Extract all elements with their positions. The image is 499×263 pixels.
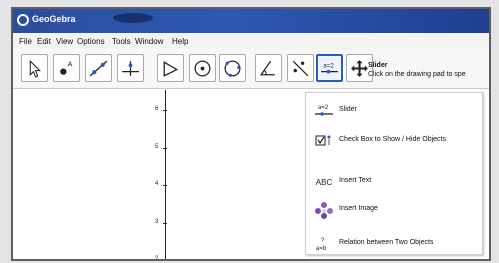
reflect-about-line-icon <box>292 60 309 76</box>
menu-item-label: Relation between Two Objects <box>339 239 434 246</box>
angle-tool[interactable] <box>255 54 282 82</box>
point-tool[interactable]: A <box>53 54 80 82</box>
menu-item-insert-image[interactable]: Insert Image <box>306 198 482 222</box>
menu-help[interactable]: Help <box>172 37 188 46</box>
y-tick <box>163 223 167 224</box>
menu-bar: File Edit View Options Tools Window Help <box>13 33 489 49</box>
text-abc-icon: ABC <box>315 177 333 187</box>
slider-tool[interactable]: a=2 <box>316 54 343 82</box>
menu-item-slider[interactable]: a=2 Slider <box>306 99 482 123</box>
relation-icon: ? a=b <box>313 234 335 254</box>
title-bar-glare <box>113 13 153 23</box>
y-tick <box>163 110 167 111</box>
title-bar: GeoGebra <box>13 9 489 33</box>
slider-icon: a=2 <box>321 62 338 74</box>
line-through-points-icon <box>89 60 108 76</box>
svg-text:?: ? <box>321 238 325 244</box>
y-tick-label: 3 <box>155 219 159 225</box>
app-title: GeoGebra <box>32 14 76 24</box>
perpendicular-line-icon <box>122 60 139 76</box>
menu-item-label: Check Box to Show / Hide Objects <box>339 136 446 143</box>
circle-three-points-icon <box>224 60 241 77</box>
toolbar: A a=2 Slider Click on the drawing pad to… <box>13 49 489 89</box>
tool-dropdown-menu: a=2 Slider Check Box to Show / Hide Obje… <box>305 92 483 255</box>
geogebra-logo-icon <box>17 14 29 26</box>
menu-item-relation[interactable]: ? a=b Relation between Two Objects <box>306 232 482 256</box>
circle-three-points-tool[interactable] <box>219 54 246 82</box>
line-tool[interactable] <box>85 54 112 82</box>
menu-item-checkbox[interactable]: Check Box to Show / Hide Objects <box>306 129 482 153</box>
y-axis <box>165 90 166 259</box>
screenshot-frame: GeoGebra File Edit View Options Tools Wi… <box>0 0 499 263</box>
y-tick <box>163 148 167 149</box>
y-tick <box>163 260 167 261</box>
menu-item-insert-text[interactable]: ABC Insert Text <box>306 170 482 194</box>
menu-item-label: Insert Image <box>339 205 378 212</box>
y-tick-label: 6 <box>155 106 159 112</box>
menu-options[interactable]: Options <box>77 37 105 46</box>
menu-item-label: Slider <box>339 106 357 113</box>
polygon-tool[interactable] <box>157 54 184 82</box>
menu-item-label: Insert Text <box>339 177 372 184</box>
tool-help-text: Click on the drawing pad to spe <box>368 71 466 78</box>
point-icon: A <box>60 59 73 75</box>
menu-view[interactable]: View <box>56 37 73 46</box>
slider-icon-text: a=2 <box>323 62 334 69</box>
menu-edit[interactable]: Edit <box>37 37 51 46</box>
move-graphics-view-icon <box>351 59 368 77</box>
y-tick-label: 4 <box>155 181 159 187</box>
circle-tool[interactable] <box>189 54 216 82</box>
relation-icon-text: a=b <box>316 246 327 252</box>
circle-center-point-icon <box>194 60 211 76</box>
y-tick-label: 2 <box>155 256 159 261</box>
svg-text:A: A <box>68 59 73 68</box>
perpendicular-tool[interactable] <box>117 54 144 82</box>
y-tick <box>163 185 167 186</box>
move-tool[interactable] <box>21 54 48 82</box>
app-window: GeoGebra File Edit View Options Tools Wi… <box>11 7 491 261</box>
menu-tools[interactable]: Tools <box>112 37 131 46</box>
polygon-icon <box>163 60 179 77</box>
y-tick-label: 5 <box>155 144 159 150</box>
image-icon <box>313 200 335 220</box>
menu-window[interactable]: Window <box>135 37 163 46</box>
arrow-pointer-icon <box>29 59 42 78</box>
slider-icon-text: a=2 <box>318 105 329 111</box>
slider-icon: a=2 <box>313 101 335 121</box>
menu-file[interactable]: File <box>19 37 32 46</box>
checkbox-icon <box>313 131 335 151</box>
tool-help-title: Slider <box>368 62 388 69</box>
reflect-tool[interactable] <box>287 54 314 82</box>
tool-help: Slider Click on the drawing pad to spe <box>368 61 466 79</box>
angle-icon <box>259 60 275 75</box>
